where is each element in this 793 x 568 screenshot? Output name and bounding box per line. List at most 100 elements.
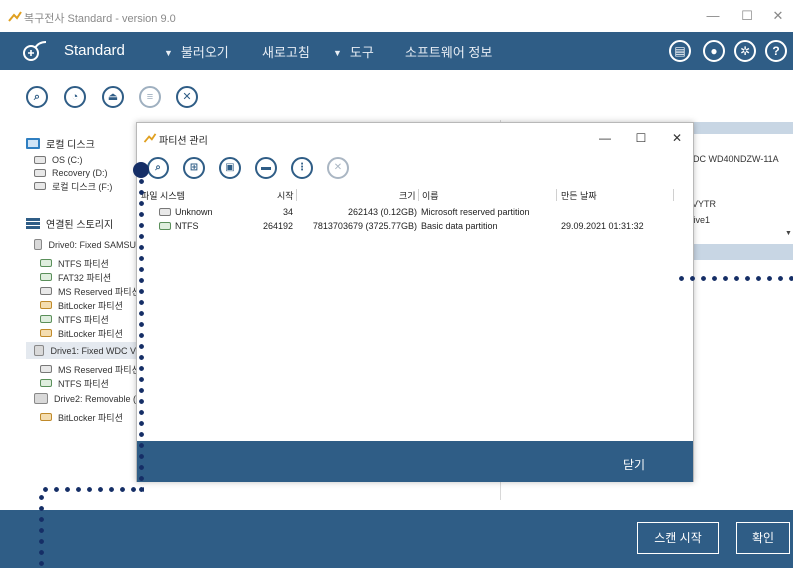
hard-disk-icon [34,393,48,404]
dialog-title: 파티션 관리 [159,136,208,147]
tree-partition[interactable]: FAT32 파티션 [40,270,111,284]
annotation-line [676,276,793,281]
filesystem-cell: Unknown [159,207,213,217]
tree-label: NTFS 파티션 [58,258,109,269]
column-divider [556,189,557,201]
size-cell: 262143 (0.12GB) [347,207,417,217]
dialog-close-footer-button[interactable]: 닫기 [623,456,645,473]
hard-disk-icon [34,239,43,250]
chevron-down-icon[interactable]: ▼ [785,230,792,237]
tree-connected-storage[interactable]: 연결된 스토리지 [26,216,114,231]
minimize-button[interactable]: — [703,8,723,24]
column-divider [673,189,674,201]
disk-image-icon[interactable]: ⏏ [102,86,124,108]
search-icon[interactable]: ⌕ [147,157,169,179]
tree-local-disk[interactable]: 로컬 디스크 [26,136,95,151]
tree-partition[interactable]: NTFS 파티션 [40,312,109,326]
dialog-close-button[interactable]: ✕ [669,131,685,145]
tree-item-local-f[interactable]: 로컬 디스크 (F:) [34,179,112,193]
cell-text: Unknown [175,207,213,217]
tree-label: BitLocker 파티션 [58,412,123,423]
scan-icon[interactable]: ◔ [64,86,86,108]
column-header-date[interactable]: 만든 날짜 [561,189,597,202]
annotation-line [39,492,44,566]
column-header-name[interactable]: 이름 [422,189,439,202]
drive-icon [34,156,46,164]
window-title: 복구전사 Standard - version 9.0 [24,13,176,25]
partition-grid-icon[interactable]: ⊞ [183,157,205,179]
app-logo-icon [143,133,157,143]
tree-drive2[interactable]: Drive2: Removable ( [26,390,136,407]
tree-partition[interactable]: MS Reserved 파티션 [40,284,140,298]
lock-partition-icon [40,413,52,421]
menu-refresh[interactable]: 새로고침 [262,42,310,61]
app-logo-icon [8,11,22,22]
tree-drive1[interactable]: Drive1: Fixed WDC V [26,342,136,359]
tree-label: BitLocker 파티션 [58,328,123,339]
close-button[interactable]: ✕ [768,8,788,24]
partition-icon [159,208,171,216]
brand-logo-icon [23,41,47,61]
close-icon[interactable]: ✕ [176,86,198,108]
account-icon[interactable]: ● [703,40,725,62]
tree-label: BitLocker 파티션 [58,300,123,311]
size-cell: 7813703679 (3725.77GB) [312,221,417,231]
dialog-minimize-button[interactable]: — [597,131,613,145]
table-row[interactable]: Unknown 34 262143 (0.12GB) Microsoft res… [137,207,693,220]
tree-partition[interactable]: MS Reserved 파티션 [40,362,140,376]
tree-label: 로컬 디스크 (F:) [52,181,113,192]
partition-icon [40,273,52,281]
folder-icon[interactable]: ▬ [255,157,277,179]
name-cell: Microsoft reserved partition [421,207,530,217]
start-scan-button[interactable]: 스캔 시작 [637,522,719,554]
maximize-button[interactable]: ☐ [737,8,757,24]
menu-tools[interactable]: ▼ 도구 [333,42,374,61]
keyboard-icon[interactable]: ▤ [669,40,691,62]
partition-icon [40,365,52,373]
save-icon[interactable]: ▣ [219,157,241,179]
settings-icon[interactable]: ✲ [734,40,756,62]
partition-icon [40,379,52,387]
menu-load[interactable]: ▼ 불러오기 [164,42,229,61]
chevron-down-icon: ▼ [164,48,173,58]
name-cell: Basic data partition [421,221,498,231]
tree-partition[interactable]: BitLocker 파티션 [40,326,123,340]
tree-partition[interactable]: BitLocker 파티션 [40,410,123,424]
partition-manager-dialog: 파티션 관리 — ☐ ✕ ⌕ ⊞ ▣ ▬ ⋮ ✕ 파일 시스템 시작 크기 이름… [136,122,694,482]
cell-text: NTFS [175,221,199,231]
tree-partition[interactable]: NTFS 파티션 [40,256,109,270]
monitor-icon [26,137,40,149]
tree-item-recovery[interactable]: Recovery (D:) [34,166,108,180]
tree-label: NTFS 파티션 [58,314,109,325]
drive-icon [34,169,46,177]
disk-map-icon[interactable]: ⋮ [291,157,313,179]
tree-label: NTFS 파티션 [58,378,109,389]
filesystem-cell: NTFS [159,221,199,231]
ok-button[interactable]: 확인 [736,522,790,554]
tree-partition[interactable]: NTFS 파티션 [40,376,109,390]
tree-drive0[interactable]: Drive0: Fixed SAMSU [26,236,136,253]
lock-partition-icon [40,329,52,337]
tree-partition[interactable]: BitLocker 파티션 [40,298,123,312]
table-row[interactable]: NTFS 264192 7813703679 (3725.77GB) Basic… [137,221,693,234]
column-divider [418,189,419,201]
help-icon[interactable]: ? [765,40,787,62]
annotation-line [139,176,144,492]
brand-name: Standard [64,42,125,59]
search-icon[interactable]: ⌕ [26,86,48,108]
list-icon[interactable]: ≡ [139,86,161,108]
tree-label: 연결된 스토리지 [46,219,114,231]
dialog-maximize-button[interactable]: ☐ [633,131,649,145]
dialog-footer [137,441,693,482]
tree-label: FAT32 파티션 [58,272,112,283]
menu-about[interactable]: 소프트웨어 정보 [405,42,492,61]
close-icon[interactable]: ✕ [327,157,349,179]
column-header-start[interactable]: 시작 [277,189,294,202]
tree-label: Drive0: Fixed SAMSU [48,239,136,250]
tree-label: 로컬 디스크 [46,139,95,151]
tree-item-os[interactable]: OS (C:) [34,153,83,167]
column-header-filesystem[interactable]: 파일 시스템 [141,189,185,202]
chevron-down-icon: ▼ [333,48,342,58]
column-header-size[interactable]: 크기 [399,189,416,202]
main-header: Standard ▼ 불러오기 새로고침 ▼ 도구 소프트웨어 정보 ▤ ● ✲ ? [0,32,793,70]
